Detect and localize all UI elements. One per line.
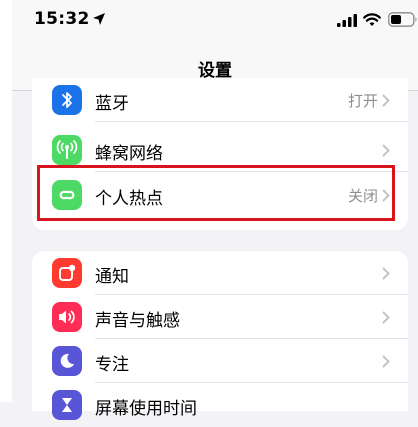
row-label: 屏幕使用时间 <box>95 399 197 419</box>
hourglass-icon <box>52 390 82 420</box>
settings-row-notifications[interactable]: 通知 <box>32 251 408 295</box>
notifications-icon <box>52 258 82 288</box>
settings-row-screen-time[interactable]: 屏幕使用时间 <box>32 383 408 427</box>
chevron-right-icon <box>382 355 390 368</box>
row-label: 专注 <box>95 355 129 375</box>
cellular-antenna-icon <box>52 135 82 165</box>
row-label: 声音与触感 <box>95 311 180 331</box>
row-label: 蓝牙 <box>95 94 129 114</box>
row-label: 通知 <box>95 267 129 287</box>
bluetooth-icon <box>52 85 82 115</box>
system-settings-group: 通知 声音与触感 专注 屏幕使用时间 <box>32 251 408 420</box>
left-margin <box>0 0 12 402</box>
cellular-signal-icon <box>337 14 357 27</box>
row-separator <box>95 121 408 122</box>
chevron-right-icon <box>382 267 390 280</box>
chevron-right-icon <box>382 311 390 324</box>
row-value: 打开 <box>347 92 378 110</box>
settings-row-bluetooth[interactable]: 蓝牙 打开 <box>32 78 408 122</box>
chevron-right-icon <box>382 94 390 107</box>
moon-icon <box>52 346 82 376</box>
battery-icon <box>388 12 417 27</box>
wifi-icon <box>363 13 381 26</box>
status-bar: 15:32 <box>12 0 418 40</box>
location-arrow-icon <box>93 13 105 25</box>
chevron-right-icon <box>382 144 390 157</box>
settings-row-sounds-haptics[interactable]: 声音与触感 <box>32 295 408 339</box>
status-time: 15:32 <box>34 9 90 29</box>
highlight-annotation-box <box>37 165 395 221</box>
row-label: 蜂窝网络 <box>95 144 163 164</box>
settings-row-focus[interactable]: 专注 <box>32 339 408 383</box>
sound-speaker-icon <box>52 302 82 332</box>
